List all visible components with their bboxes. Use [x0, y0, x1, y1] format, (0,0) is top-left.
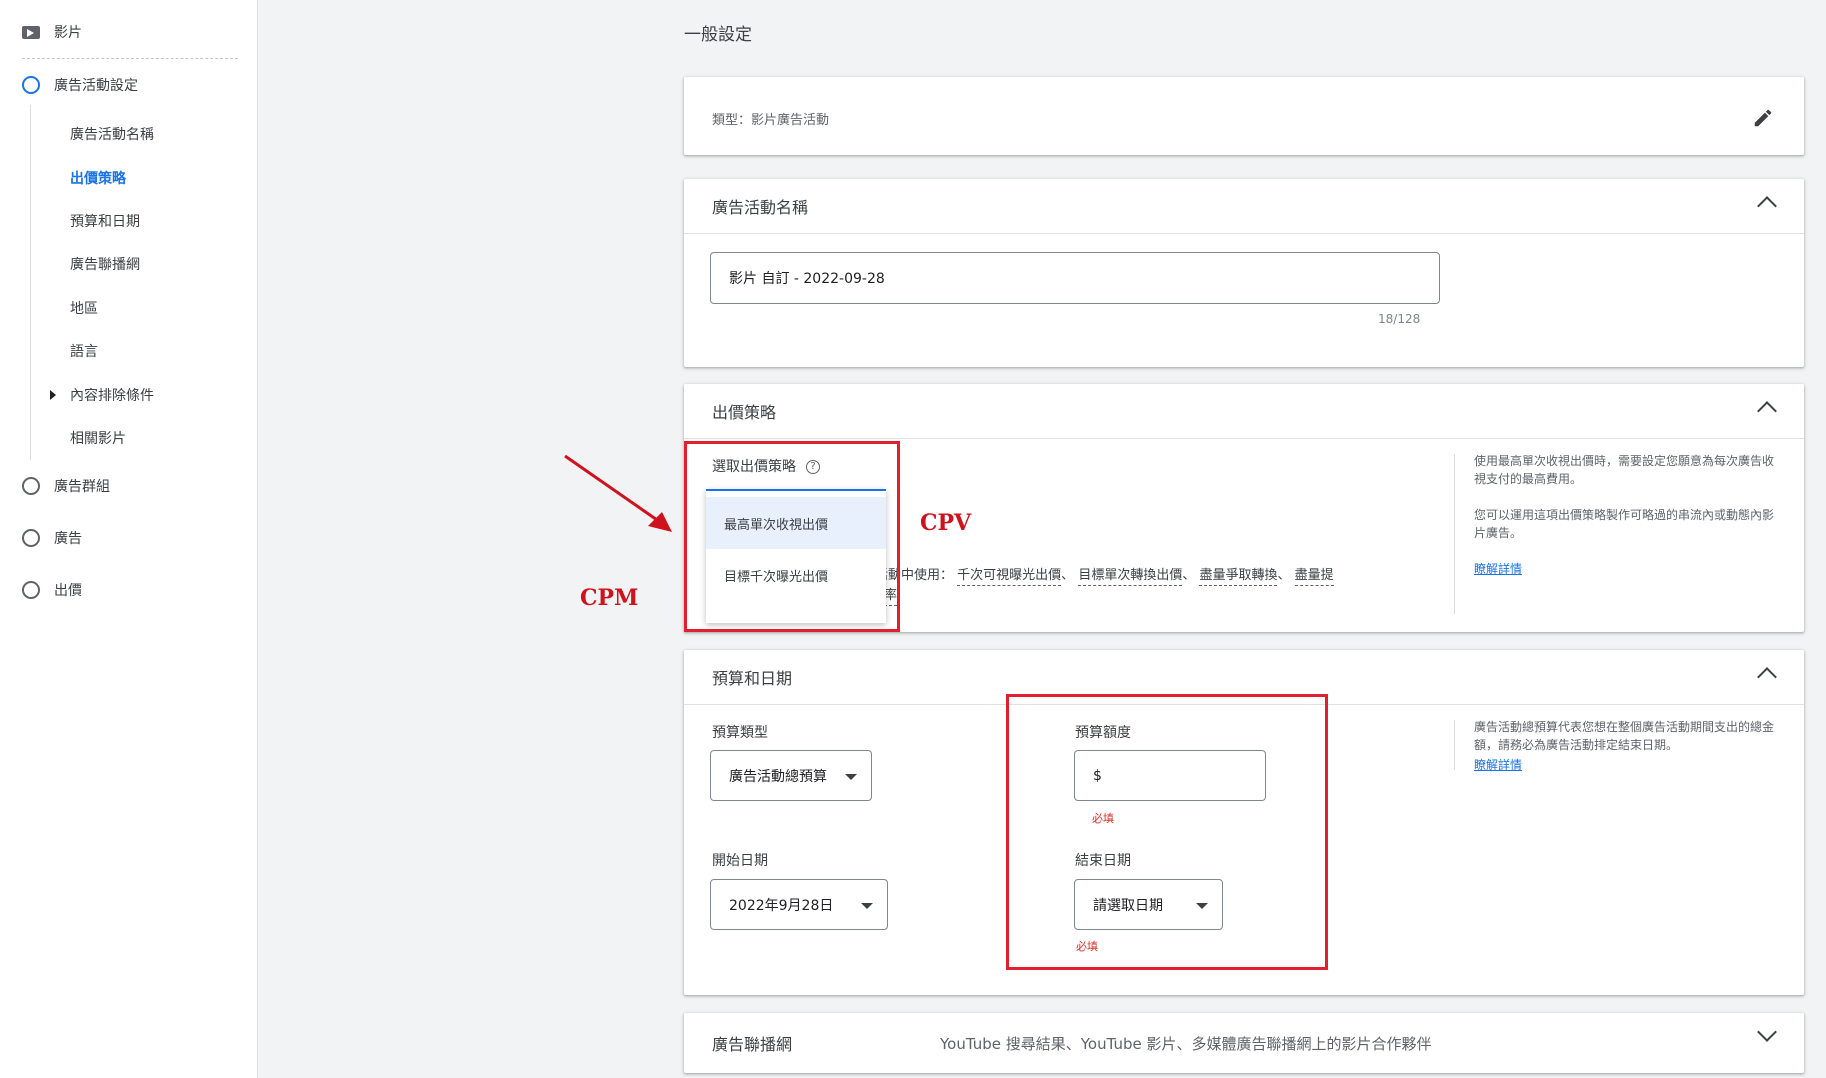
sidebar-step-label: 廣告活動設定	[54, 78, 138, 94]
edit-pencil-icon[interactable]	[1752, 107, 1774, 129]
sidebar-step-bid[interactable]: 出價	[22, 580, 82, 600]
sidebar-step-line	[30, 105, 31, 460]
bid-help-text-2: 您可以運用這項出價策略製作可略過的串流內或動態內影片廣告。	[1474, 508, 1775, 540]
expand-chevron-icon[interactable]	[1757, 1022, 1777, 1042]
red-arrow-icon	[564, 454, 672, 532]
campaign-name-input[interactable]: 影片 自訂 - 2022-09-28	[710, 252, 1440, 304]
sidebar-step-ads[interactable]: 廣告	[22, 528, 82, 548]
learn-more-link[interactable]: 瞭解詳情	[1474, 756, 1522, 773]
step-circle-icon	[22, 76, 40, 94]
sidebar-item-content-exclusions[interactable]: 內容排除條件	[70, 385, 154, 405]
networks-summary: YouTube 搜尋結果、YouTube 影片、多媒體廣告聯播網上的影片合作夥伴	[940, 1034, 1432, 1053]
learn-more-link[interactable]: 瞭解詳情	[1474, 560, 1522, 577]
start-date-label: 開始日期	[712, 853, 768, 869]
networks-card[interactable]: 廣告聯播網 YouTube 搜尋結果、YouTube 影片、多媒體廣告聯播網上的…	[684, 1013, 1804, 1073]
sidebar-item-languages[interactable]: 語言	[70, 341, 98, 361]
highlight-box-budget	[1006, 694, 1328, 970]
budget-type-label: 預算類型	[712, 725, 768, 741]
collapse-chevron-icon[interactable]	[1757, 401, 1777, 421]
start-date-select[interactable]: 2022年9月28日	[710, 879, 888, 930]
compat-link-vcpm[interactable]: 千次可視曝光出價	[957, 568, 1062, 586]
compat-link-max-conv[interactable]: 盡量爭取轉換	[1199, 568, 1278, 586]
step-circle-icon	[22, 477, 40, 495]
bid-help-text-1: 使用最高單次收視出價時，需要設定您願意為每次廣告收視支付的最高費用。	[1474, 454, 1775, 486]
campaign-type-text: 類型：影片廣告活動	[712, 113, 830, 128]
compat-link-tcpa[interactable]: 目標單次轉換出價	[1078, 568, 1183, 586]
sidebar-item-networks[interactable]: 廣告聯播網	[70, 254, 140, 274]
dropdown-caret-icon	[861, 903, 873, 909]
step-circle-icon	[22, 529, 40, 547]
collapse-chevron-icon[interactable]	[1757, 667, 1777, 687]
char-counter: 18/128	[1378, 312, 1421, 326]
sidebar-step-label: 出價	[54, 583, 82, 599]
card-title: 預算和日期	[712, 669, 793, 688]
bid-strategy-header[interactable]: 出價策略	[684, 384, 1804, 439]
sidebar-step-campaign-settings[interactable]: 廣告活動設定	[22, 75, 138, 95]
budget-help-text: 廣告活動總預算代表您想在整個廣告活動期間支出的總金額，請務必為廣告活動排定結束日…	[1474, 720, 1775, 752]
sidebar-step-ad-group[interactable]: 廣告群組	[22, 476, 110, 496]
sidebar-video-item[interactable]: 影片	[22, 22, 82, 42]
sidebar: 影片 廣告活動設定 廣告活動名稱 出價策略 預算和日期 廣告聯播網 地區 語言 …	[0, 0, 258, 1078]
campaign-name-header[interactable]: 廣告活動名稱	[684, 179, 1804, 234]
page-title: 一般設定	[684, 25, 752, 45]
campaign-name-card: 廣告活動名稱 影片 自訂 - 2022-09-28 18/128	[684, 179, 1804, 367]
dropdown-caret-icon	[845, 774, 857, 780]
cpv-annotation: CPV	[920, 510, 972, 536]
budget-type-value: 廣告活動總預算	[729, 768, 827, 785]
bid-compat-text: 告活動中使用： 千次可視曝光出價、 目標單次轉換出價、 盡量爭取轉換、 盡量提	[862, 564, 1334, 586]
sidebar-divider	[22, 58, 238, 59]
compat-link-max-more[interactable]: 盡量提	[1294, 568, 1334, 586]
step-circle-icon	[22, 581, 40, 599]
sidebar-item-locations[interactable]: 地區	[70, 298, 98, 318]
sidebar-item-campaign-name[interactable]: 廣告活動名稱	[70, 124, 154, 144]
budget-type-select[interactable]: 廣告活動總預算	[710, 750, 872, 801]
help-divider	[1454, 454, 1455, 614]
collapse-chevron-icon[interactable]	[1757, 196, 1777, 216]
start-date-value: 2022年9月28日	[729, 897, 834, 914]
sidebar-item-related-videos[interactable]: 相關影片	[70, 428, 126, 448]
card-title: 出價策略	[712, 403, 777, 422]
cpm-annotation: CPM	[580, 585, 639, 611]
sidebar-video-label: 影片	[54, 25, 82, 41]
card-title: 廣告活動名稱	[712, 198, 809, 217]
help-divider	[1454, 720, 1455, 770]
sidebar-item-budget-dates[interactable]: 預算和日期	[70, 211, 140, 231]
sidebar-item-bid-strategy[interactable]: 出價策略	[70, 168, 126, 188]
video-camera-icon	[22, 25, 40, 39]
type-card: 類型：影片廣告活動	[684, 77, 1804, 155]
expand-triangle-icon[interactable]	[50, 390, 56, 400]
sidebar-step-label: 廣告群組	[54, 479, 110, 495]
card-title: 廣告聯播網	[712, 1035, 793, 1054]
networks-header[interactable]: 廣告聯播網 YouTube 搜尋結果、YouTube 影片、多媒體廣告聯播網上的…	[684, 1013, 1804, 1073]
sidebar-step-label: 廣告	[54, 531, 82, 547]
highlight-box-bid	[684, 441, 900, 632]
